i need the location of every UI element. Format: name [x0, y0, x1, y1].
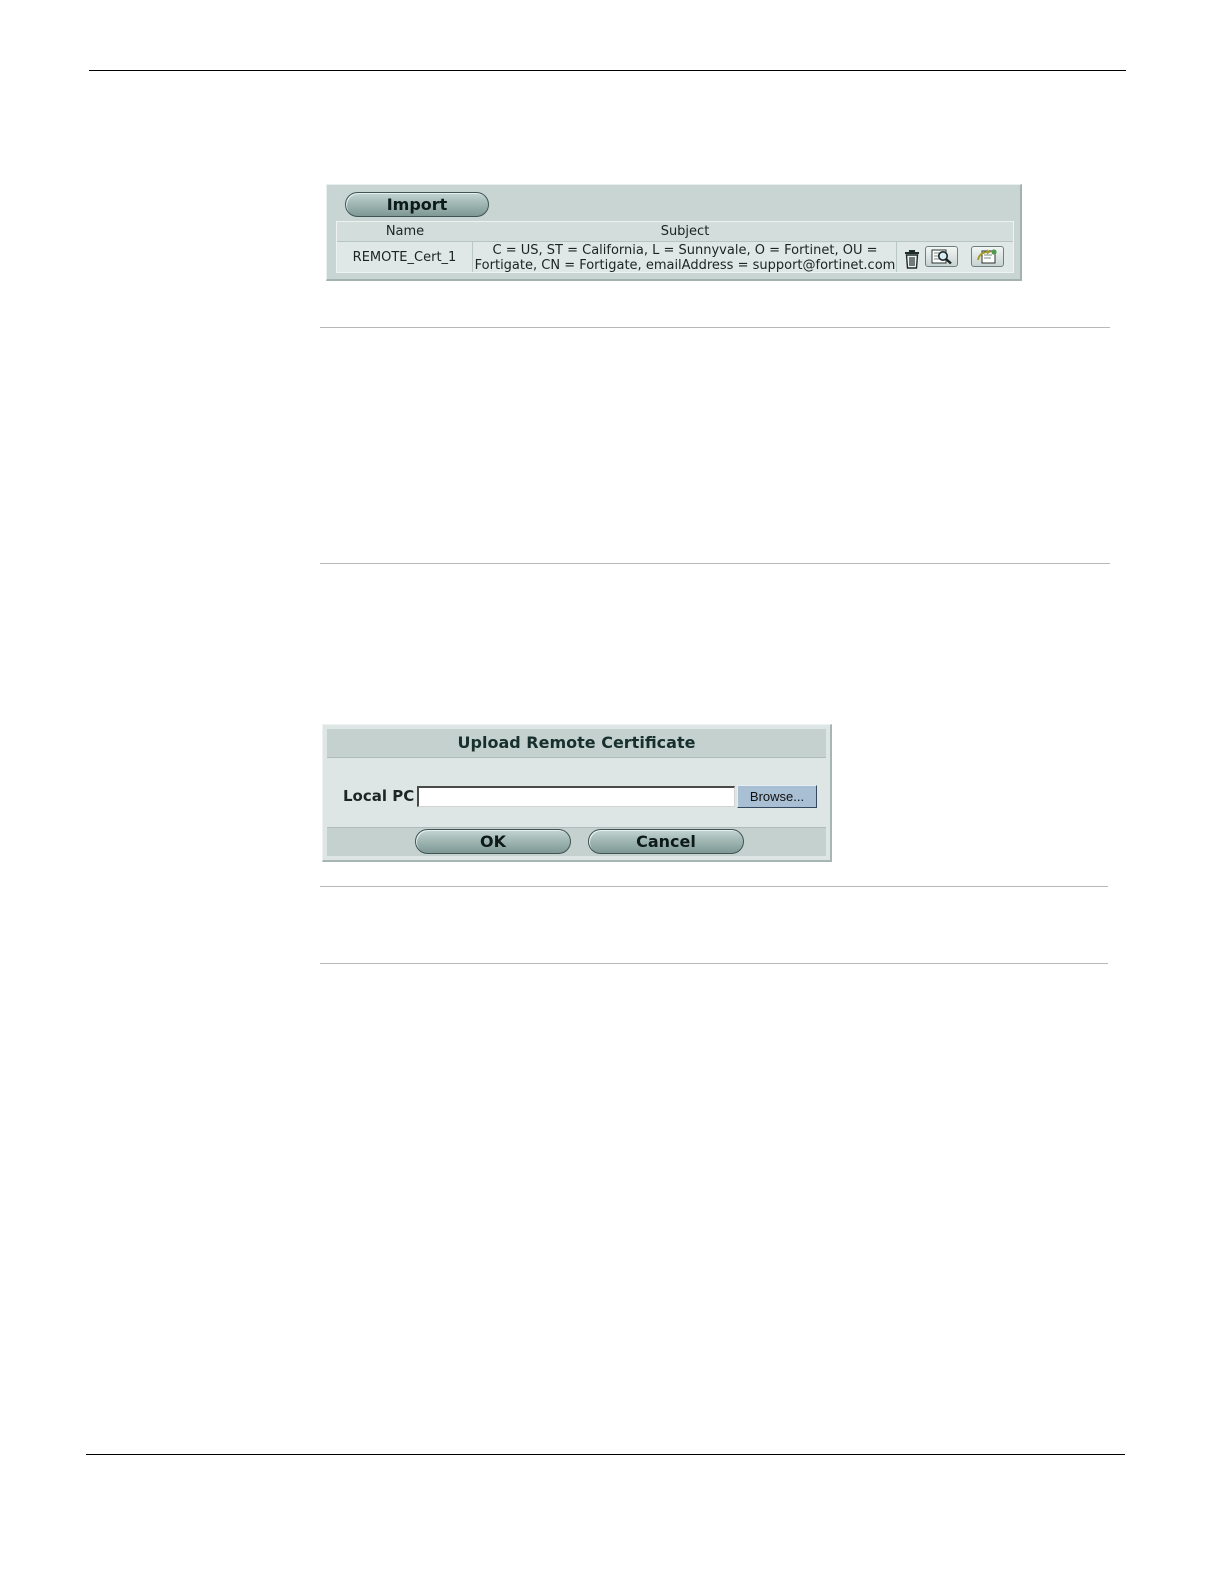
- import-button[interactable]: Import: [345, 192, 489, 217]
- subject-line: C = US, ST = California, L = Sunnyvale, …: [492, 242, 878, 258]
- section-divider: [320, 886, 1108, 887]
- browse-button[interactable]: Browse...: [737, 785, 817, 808]
- file-path-input[interactable]: [417, 786, 735, 807]
- table-header-row: Name Subject: [337, 222, 1013, 242]
- ok-button[interactable]: OK: [415, 829, 571, 854]
- column-header-subject: Subject: [660, 224, 710, 239]
- view-details-button[interactable]: [925, 246, 958, 267]
- certificate-subject: C = US, ST = California, L = Sunnyvale, …: [473, 242, 897, 273]
- certificate-table: Name Subject REMOTE_Cert_1 C = US, ST = …: [336, 221, 1014, 273]
- delete-button[interactable]: [903, 248, 921, 270]
- trash-icon: [905, 250, 919, 269]
- view-details-icon: [931, 249, 952, 265]
- page-footer-rule: [86, 1454, 1125, 1455]
- section-divider: [320, 327, 1110, 328]
- column-header-actions: [897, 222, 1013, 241]
- dialog-title: Upload Remote Certificate: [327, 729, 826, 758]
- page-header-rule: [89, 70, 1126, 71]
- remote-certificate-list-panel: Import Name Subject REMOTE_Cert_1 C = US…: [326, 184, 1022, 281]
- column-header-name: Name: [385, 224, 425, 239]
- local-pc-label: Local PC: [343, 787, 415, 805]
- section-divider: [320, 563, 1110, 564]
- subject-line: Fortigate, CN = Fortigate, emailAddress …: [474, 257, 896, 273]
- certificate-name: REMOTE_Cert_1: [352, 250, 457, 265]
- download-button[interactable]: [971, 246, 1004, 267]
- upload-remote-certificate-dialog: Upload Remote Certificate Local PC Brows…: [322, 724, 832, 862]
- dialog-button-bar: OK Cancel: [327, 827, 826, 856]
- cancel-button[interactable]: Cancel: [588, 829, 744, 854]
- section-divider: [320, 963, 1108, 964]
- download-icon: [976, 249, 997, 264]
